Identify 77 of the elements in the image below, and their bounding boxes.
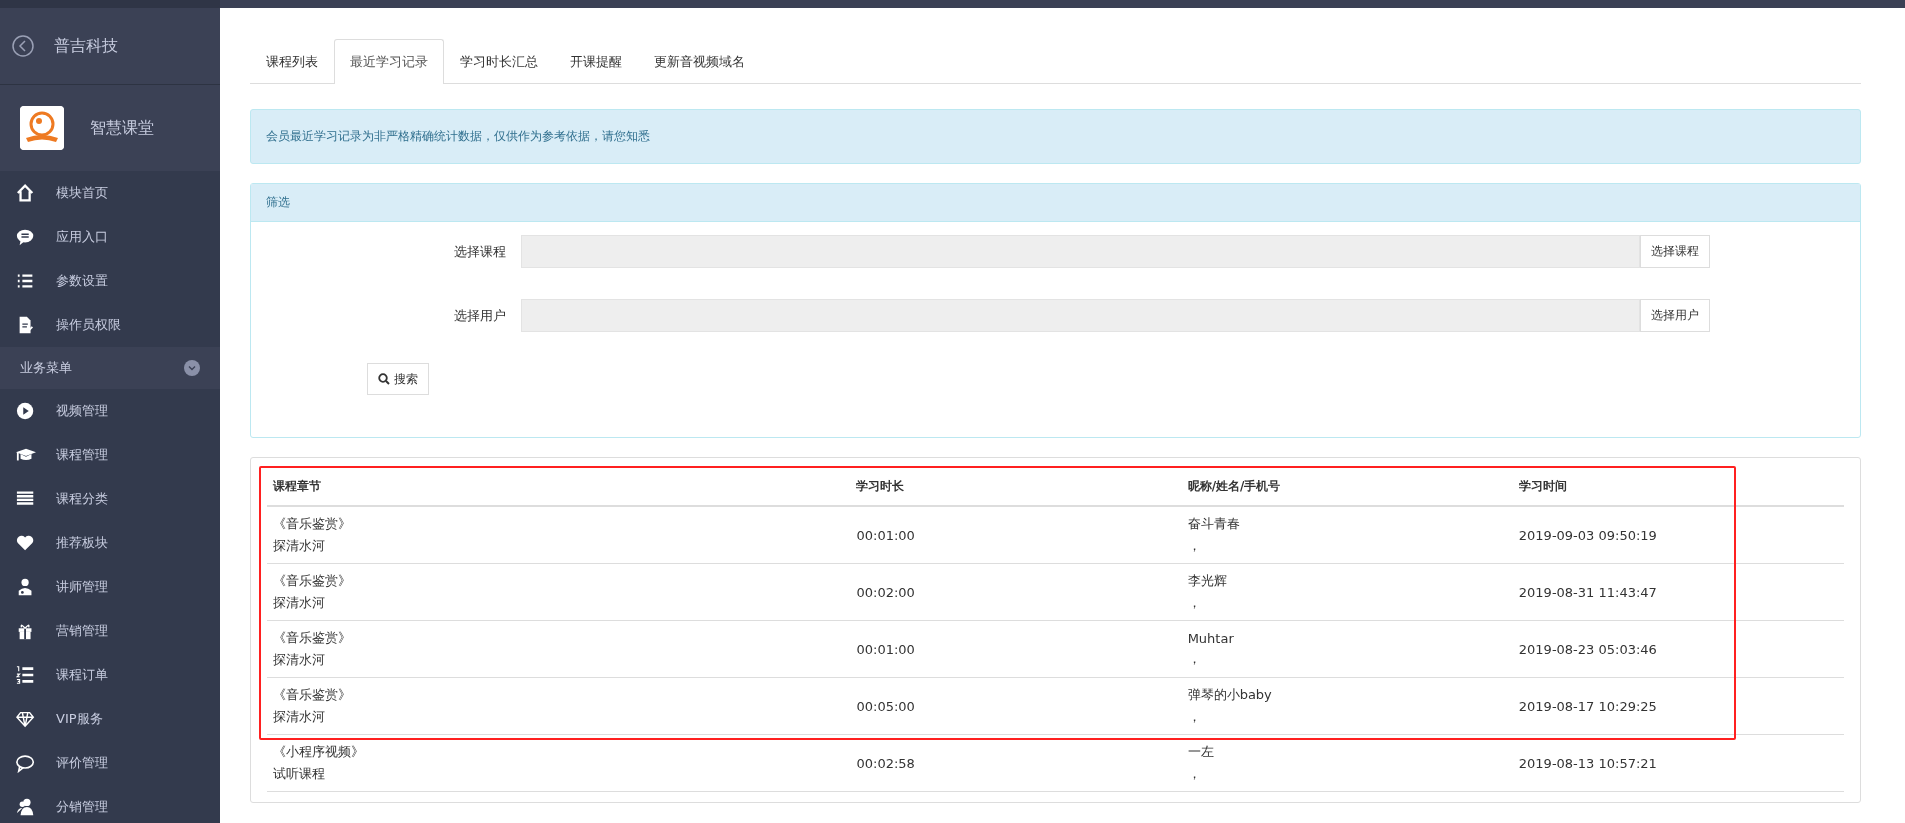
app-logo [20,106,64,150]
course-title: 《音乐鉴赏》 [273,515,352,533]
sidebar-item[interactable]: 课程订单 [0,653,220,697]
chapter-name: 探清水河 [273,594,326,612]
user-name: Muhtar [1187,630,1235,646]
sidebar-item[interactable]: 模块首页 [0,171,220,215]
user-contact: ， [1187,537,1202,555]
chapter-name: 试听课程 [273,765,326,783]
sidebar-item[interactable]: VIP服务 [0,697,220,741]
field-label: 选择用户 [453,306,507,325]
tab[interactable]: 更新音视频域名 [638,39,761,84]
sidebar-item[interactable]: 讲师管理 [0,565,220,609]
sidebar-item[interactable]: 课程分类 [0,477,220,521]
section-title: 业务菜单 [20,359,72,377]
sidebar-item[interactable]: 营销管理 [0,609,220,653]
app-name: 智慧课堂 [90,117,154,139]
user-contact: ， [1187,649,1202,668]
heart-icon [16,533,36,553]
table-cell: 2019-08-31 11:43:47 [1512,563,1844,621]
sidebar-item[interactable]: 分销管理 [0,785,220,823]
select-button[interactable]: 选择课程 [1640,235,1710,268]
play-icon [16,401,36,421]
select-button[interactable]: 选择用户 [1640,299,1710,332]
chapter-name: 探清水河 [273,708,326,726]
user-name: 奋斗青春 [1187,515,1241,533]
user-contact: ， [1187,594,1202,612]
sidebar-item[interactable]: 课程管理 [0,433,220,477]
column-header: 课程章节 [267,468,851,506]
tab[interactable]: 最近学习记录 [334,39,444,84]
tab[interactable]: 学习时长汇总 [444,39,554,84]
search-icon [378,373,390,385]
table-cell: 2019-09-03 09:50:19 [1512,506,1844,564]
panel-title: 筛选 [251,184,1860,222]
table-cell: 00:05:00 [850,677,1182,735]
column-header: 昵称/姓名/手机号 [1181,468,1513,506]
user-name: 李光辉 [1187,572,1228,590]
table-cell: 00:02:00 [850,563,1182,621]
chevron-icon[interactable] [184,360,200,376]
search-button[interactable]: 搜索 [367,363,429,395]
column-header: 学习时长 [850,468,1182,506]
info-notice: 会员最近学习记录为非严格精确统计数据，仅供作为参考依据，请您知悉 [250,109,1861,164]
company-name: 普吉科技 [54,35,118,57]
home-icon [16,183,36,203]
speech-bubble-icon [16,753,36,773]
sidebar-item[interactable]: 操作员权限 [0,303,220,347]
users-icon [16,797,36,817]
diamond-icon [16,709,36,729]
user-contact: ， [1187,765,1202,783]
course-title: 《音乐鉴赏》 [273,686,352,704]
field-label: 选择课程 [453,242,507,261]
sidebar-item[interactable]: 应用入口 [0,215,220,259]
chapter-name: 探清水河 [273,651,326,669]
table-cell: 2019-08-17 10:29:25 [1512,677,1844,735]
sidebar-item[interactable]: 视频管理 [0,389,220,433]
user-name: 弹琴的小baby [1187,686,1273,704]
table-cell: 2019-08-23 05:03:46 [1512,620,1844,678]
numbered-list-icon [16,665,36,685]
sidebar-item[interactable]: 推荐板块 [0,521,220,565]
table-cell: 2019-08-13 10:57:21 [1512,734,1844,792]
input-field[interactable] [521,299,1640,332]
tab[interactable]: 开课提醒 [554,39,638,84]
chapter-name: 探清水河 [273,537,326,555]
course-title: 《音乐鉴赏》 [273,629,352,647]
input-field[interactable] [521,235,1640,268]
course-title: 《音乐鉴赏》 [273,572,352,590]
table-cell: 00:01:00 [850,506,1182,564]
user-name: 一左 [1187,743,1215,761]
table-cell: 00:02:58 [850,734,1182,792]
sidebar-item[interactable]: 参数设置 [0,259,220,303]
course-title: 《小程序视频》 [273,743,365,761]
tab[interactable]: 课程列表 [250,39,334,84]
table-cell: 00:01:00 [850,620,1182,678]
sidebar-item[interactable]: 评价管理 [0,741,220,785]
back-icon[interactable] [12,35,34,57]
column-header: 学习时间 [1512,468,1844,506]
user-contact: ， [1187,708,1202,726]
chat-bubble-icon [16,227,36,247]
